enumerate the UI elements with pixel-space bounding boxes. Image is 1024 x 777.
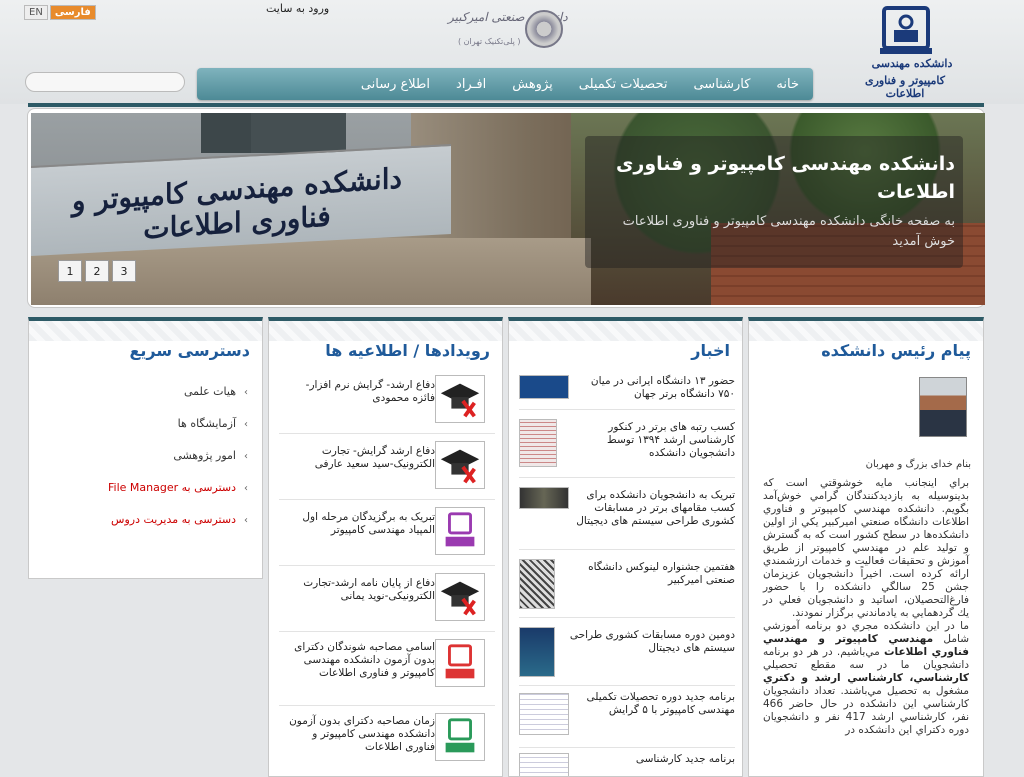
news-item-text[interactable]: دومین دوره مسابقات کشوری طراحی سیستم های… [565,629,735,655]
president-title: پیام رئیس دانشکده [821,341,971,360]
menu-undergraduate[interactable]: کارشناسی [693,77,750,92]
panel-pattern [749,321,983,341]
p2-bold: كارشناسي، كارشناسي ارشد و دكتري [763,672,969,684]
president-greeting: بنام خدای بزرگ و مهربان [865,459,971,470]
graduation-cap-icon [435,573,485,621]
event-item-text[interactable]: دفاع ارشد- گرایش نرم افزار-فائزه محمودی [285,379,435,405]
cwts-logo-icon [519,375,569,399]
menu-research[interactable]: پژوهش [512,77,553,92]
menu-graduate[interactable]: تحصیلات تکمیلی [579,77,668,92]
president-paragraph-2: ما در اين دانشكده مجري دو برنامه آموزشي … [763,620,969,737]
header-divider [28,103,984,107]
exam-sheet-icon [519,419,557,467]
president-paragraph-1: براي اينجانب مايه خوشوقتي است كه بدينوسي… [763,477,969,619]
news-item-text[interactable]: برنامه جدید دوره تحصیلات تکمیلی مهندسی ک… [575,691,735,717]
aut-subtitle: ( پلی‌تکنیک تهران ) [458,37,521,46]
event-item[interactable]: تبریک به برگزیدگان مرحله اول المپیاد مهن… [279,505,495,566]
chevron-left-icon: ‹ [244,451,248,462]
document-icon [519,753,569,776]
event-item[interactable]: زمان مصاحبه دکترای بدون آزمون دانشکده مه… [279,711,495,771]
quick-file-manager-link[interactable]: دسترسی به File Manager [108,481,236,494]
president-message-text: براي اينجانب مايه خوشوقتي است كه بدينوسي… [763,477,969,737]
news-item-text[interactable]: برنامه جدید کارشناسی [575,753,735,766]
news-item[interactable]: برنامه جدید دوره تحصیلات تکمیلی مهندسی ک… [519,691,735,748]
panel-pattern [509,321,742,341]
news-item[interactable]: کسب رتبه های برتر در کنکور کارشناسی ارشد… [519,415,735,478]
events-panel: رویدادها / اطلاعیه ها دفاع ارشد- گرایش ن… [268,317,503,777]
quick-research-link[interactable]: امور پژوهشی [173,449,236,462]
quick-access-panel: دسترسی سریع ‹ هیات علمی ‹ آزمایشگاه ها ‹… [28,317,263,579]
president-photo [919,377,967,437]
news-item-text[interactable]: حضور ۱۳ دانشگاه ایرانی در میان ۷۵۰ دانشگ… [575,375,735,401]
panel-pattern [269,321,502,341]
news-item[interactable]: هفتمین جشنواره لینوکس دانشگاه صنعتی امیر… [519,555,735,618]
panel-pattern [29,321,262,341]
event-item-text[interactable]: اسامی مصاحبه شوندگان دکترای بدون آزمون د… [285,641,435,680]
quick-labs-link[interactable]: آزمایشگاه ها [178,417,236,430]
building-window [251,113,346,153]
quick-access-title: دسترسی سریع [129,341,250,360]
chevron-left-icon: ‹ [244,483,248,494]
event-item[interactable]: دفاع از پایان نامه ارشد-تجارت الکترونیکی… [279,571,495,632]
event-item[interactable]: دفاع ارشد- گرایش نرم افزار-فائزه محمودی [279,373,495,434]
event-item-text[interactable]: تبریک به برگزیدگان مرحله اول المپیاد مهن… [285,511,435,537]
event-item-text[interactable]: زمان مصاحبه دکترای بدون آزمون دانشکده مه… [285,715,435,754]
event-item[interactable]: اسامی مصاحبه شوندگان دکترای بدون آزمون د… [279,637,495,706]
lang-en-button[interactable]: EN [24,5,48,20]
slide-title: دانشکده مهندسی کامپیوتر و فناوری اطلاعات [615,153,955,203]
chevron-left-icon: ‹ [244,387,248,398]
chevron-left-icon: ‹ [244,515,248,526]
graduation-cap-icon [435,441,485,489]
group-photo-icon [519,487,569,509]
slide-pagination: 1 2 3 [58,260,136,282]
faculty-logo-green-icon [435,713,485,761]
menu-announcements[interactable]: اطلاع رسانی [361,77,430,92]
graduation-cap-icon [435,375,485,423]
search-input[interactable] [25,72,185,92]
aut-seal-icon [525,10,563,48]
site-header: EN فارسی ورود به سایت دانشگاه صنعتی امیر… [0,0,1024,104]
news-item[interactable]: دومین دوره مسابقات کشوری طراحی سیستم های… [519,623,735,686]
login-link[interactable]: ورود به سایت [266,2,329,15]
news-item-text[interactable]: هفتمین جشنواره لینوکس دانشگاه صنعتی امیر… [565,561,735,587]
news-item[interactable]: برنامه جدید کارشناسی [519,753,735,776]
event-item-text[interactable]: دفاع ارشد گرایش- تجارت الکترونیک-سید سعی… [285,445,435,471]
news-item-text[interactable]: تبریک به دانشجویان دانشکده برای کسب مقام… [575,489,735,528]
faculty-logo-red-icon [435,639,485,687]
event-item-text[interactable]: دفاع از پایان نامه ارشد-تجارت الکترونیکی… [285,577,435,603]
chevron-left-icon: ‹ [244,419,248,430]
lang-fa-button[interactable]: فارسی [49,5,96,20]
news-item-text[interactable]: کسب رتبه های برتر در کنکور کارشناسی ارشد… [565,421,735,460]
menu-people[interactable]: افـراد [456,77,486,92]
president-message-panel: پیام رئیس دانشکده بنام خدای بزرگ و مهربا… [748,317,984,777]
poster-blue-icon [519,627,555,677]
slide-description: به صفحه خانگی دانشکده مهندسی کامپیوتر و … [622,214,955,249]
p2-text: مشغول به تحصيل مي‌باشند. تعداد دانشجويان… [763,685,969,736]
slide-page-2[interactable]: 2 [85,260,109,282]
news-title: اخبار [691,341,730,360]
poster-icon [519,559,555,609]
event-item[interactable]: دفاع ارشد گرایش- تجارت الکترونیک-سید سعی… [279,439,495,500]
faculty-logo-purple-icon [435,507,485,555]
document-icon [519,693,569,735]
quick-faculty-link[interactable]: هیات علمی [184,385,236,398]
slide-page-1[interactable]: 1 [58,260,82,282]
main-menu: خانه کارشناسی تحصیلات تکمیلی پژوهش افـرا… [197,68,813,100]
news-item[interactable]: حضور ۱۳ دانشگاه ایرانی در میان ۷۵۰ دانشگ… [519,371,735,410]
faculty-logo-line2: کامپیوتر و فناوری اطلاعات [864,74,946,100]
news-item[interactable]: تبریک به دانشجویان دانشکده برای کسب مقام… [519,483,735,550]
events-title: رویدادها / اطلاعیه ها [325,341,490,360]
menu-home[interactable]: خانه [776,77,799,92]
slide-page-3[interactable]: 3 [112,260,136,282]
quick-course-management-link[interactable]: دسترسی به مدیریت دروس [111,513,236,526]
faculty-logo-line1: دانشکده مهندسی [871,57,953,70]
news-panel: اخبار حضور ۱۳ دانشگاه ایرانی در میان ۷۵۰… [508,317,743,777]
language-switcher: EN فارسی [24,5,96,20]
